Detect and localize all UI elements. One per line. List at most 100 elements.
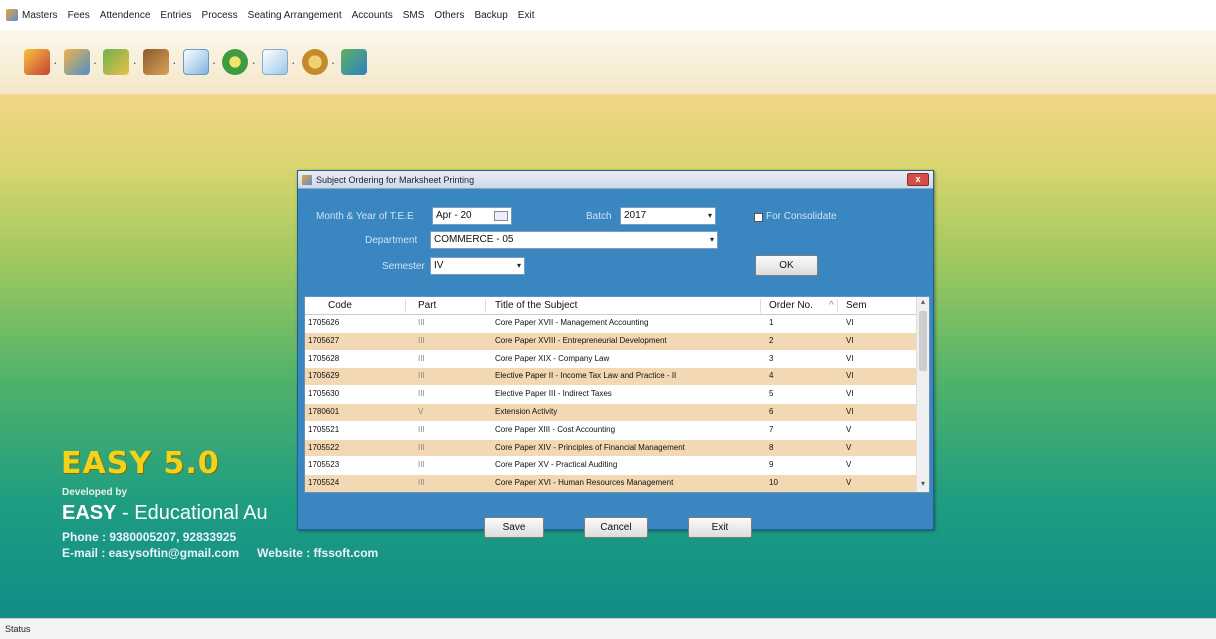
- dialog-body: Month & Year of T.E.E Apr - 20 Batch 201…: [298, 189, 933, 538]
- chevron-down-icon: ▾: [707, 211, 712, 220]
- brand-name-rest: - Educational Au: [116, 502, 268, 524]
- toolbar-group-button[interactable]: ·: [103, 49, 137, 75]
- cell-order: 7: [769, 424, 774, 434]
- col-part[interactable]: Part: [418, 300, 436, 311]
- menu-fees[interactable]: Fees: [68, 10, 90, 21]
- brand-contact: E-mail : easysoftin@gmail.com Website : f…: [62, 546, 378, 560]
- notepad-icon: [262, 49, 289, 75]
- cell-code: 1705524: [308, 478, 340, 488]
- status-bar: Status: [0, 618, 1216, 639]
- toolbar-settings-button[interactable]: ·: [301, 49, 336, 75]
- col-title[interactable]: Title of the Subject: [495, 300, 577, 311]
- cell-code: 1780601: [308, 406, 340, 416]
- menu-entries[interactable]: Entries: [160, 10, 191, 21]
- scroll-thumb[interactable]: [919, 311, 927, 371]
- month-year-picker[interactable]: Apr - 20: [432, 207, 512, 225]
- toolbar-gift-button[interactable]: ·: [24, 49, 58, 75]
- dialog-app-icon: [302, 174, 312, 185]
- semester-value: IV: [434, 260, 444, 271]
- col-code[interactable]: Code: [328, 300, 352, 311]
- month-year-value: Apr - 20: [436, 210, 472, 221]
- brand-title: EASY 5.0: [61, 446, 220, 481]
- cell-part: III: [418, 318, 425, 327]
- menu-process[interactable]: Process: [202, 10, 238, 21]
- cell-sem: V: [846, 424, 852, 434]
- table-row[interactable]: 1705627 III Core Paper XVIII - Entrepreneu…: [305, 332, 917, 351]
- gift-icon: [24, 49, 50, 75]
- table-row[interactable]: 1705522 III Core Paper XIV - Principles of…: [305, 439, 917, 458]
- table-row[interactable]: 1780601 V Extension Activity 6 VI: [305, 403, 917, 422]
- menu-accounts[interactable]: Accounts: [352, 10, 393, 21]
- cell-title: Core Paper XVI - Human Resources Managem…: [495, 478, 674, 488]
- table-row[interactable]: 1705521 III Core Paper XIII - Cost Account…: [305, 421, 917, 440]
- cell-part: III: [418, 442, 425, 452]
- app-icon: [6, 9, 18, 21]
- toolbar-notepad-button[interactable]: ·: [262, 49, 296, 75]
- menu-exit[interactable]: Exit: [518, 10, 535, 21]
- brand-website: Website : ffssoft.com: [257, 546, 379, 560]
- toolbar-books-button[interactable]: ·: [143, 49, 177, 75]
- cell-sem: VI: [846, 318, 854, 327]
- col-order-no[interactable]: Order No.: [769, 300, 813, 311]
- for-consolidate-checkbox[interactable]: [754, 213, 763, 222]
- cell-code: 1705521: [308, 424, 340, 434]
- cell-order: 5: [769, 389, 774, 399]
- table-row[interactable]: 1705523 III Core Paper XV - Practical Audi…: [305, 457, 917, 476]
- menu-sms[interactable]: SMS: [403, 10, 425, 21]
- menu-others[interactable]: Others: [434, 10, 464, 21]
- month-year-label: Month & Year of T.E.E: [316, 211, 414, 222]
- department-select[interactable]: COMMERCE - 05 ▾: [430, 231, 718, 249]
- chevron-down-icon: ▾: [516, 261, 521, 270]
- brand-developed-by: Developed by: [62, 487, 128, 498]
- exit-button[interactable]: Exit: [688, 517, 752, 538]
- table-row[interactable]: 1705629 III Elective Paper II - Income Tax…: [305, 368, 917, 387]
- table-scrollbar[interactable]: ▴ ▾: [916, 297, 929, 492]
- cell-code: 1705629: [308, 371, 340, 381]
- cell-order: 10: [769, 478, 778, 488]
- menu-seating-arrangement[interactable]: Seating Arrangement: [248, 10, 342, 21]
- semester-label: Semester: [382, 261, 425, 272]
- cell-title: Core Paper XIV - Principles of Financial…: [495, 442, 685, 452]
- cell-sem: VI: [846, 406, 854, 416]
- save-button[interactable]: Save: [484, 517, 544, 538]
- table-row[interactable]: 1705626 III Core Paper XVII - Management A…: [305, 315, 917, 333]
- cell-part: V: [418, 406, 424, 416]
- cell-sem: V: [846, 442, 852, 452]
- department-label: Department: [365, 235, 418, 246]
- toolbar-exit-button[interactable]: [341, 49, 368, 75]
- batch-select[interactable]: 2017 ▾: [620, 207, 716, 225]
- calendar-dropdown-icon[interactable]: [494, 211, 508, 221]
- subjects-table: Code Part Title of the Subject Order No.…: [304, 296, 930, 493]
- dropdown-icon: ·: [330, 54, 336, 70]
- cell-code: 1705626: [308, 318, 340, 327]
- cell-title: Core Paper XIX - Company Law: [495, 353, 610, 363]
- toolbar-users-button[interactable]: ·: [63, 49, 98, 75]
- cancel-button[interactable]: Cancel: [584, 517, 648, 538]
- cell-part: III: [418, 389, 425, 399]
- close-button[interactable]: x: [907, 173, 929, 186]
- scroll-down-icon[interactable]: ▾: [917, 479, 929, 492]
- col-sem[interactable]: Sem: [846, 300, 867, 311]
- toolbar: · · · · · · · ·: [0, 30, 1216, 94]
- cell-sem: VI: [846, 371, 854, 381]
- toolbar-calendar-button[interactable]: ·: [182, 49, 216, 75]
- cell-code: 1705522: [308, 442, 340, 452]
- table-row[interactable]: 1705628 III Core Paper XIX - Company Law 3 V…: [305, 350, 917, 369]
- scroll-up-icon[interactable]: ▴: [917, 297, 929, 310]
- brand-phone: Phone : 9380005207, 92833925: [62, 530, 237, 544]
- dropdown-icon: ·: [92, 54, 98, 70]
- table-row[interactable]: 1705524 III Core Paper XVI - Human Resourc…: [305, 475, 917, 492]
- ok-button[interactable]: OK: [755, 255, 818, 276]
- menu-backup[interactable]: Backup: [474, 10, 507, 21]
- calendar-icon: [182, 49, 209, 75]
- dialog-titlebar[interactable]: Subject Ordering for Marksheet Printing …: [298, 171, 933, 189]
- menu-masters[interactable]: Masters: [22, 10, 58, 21]
- cell-part: III: [418, 371, 425, 381]
- semester-select[interactable]: IV ▾: [430, 257, 525, 275]
- group-icon: [103, 49, 130, 75]
- cell-code: 1705630: [308, 389, 340, 399]
- toolbar-clock-button[interactable]: ·: [222, 49, 256, 75]
- cell-order: 4: [769, 371, 774, 381]
- menu-attendence[interactable]: Attendence: [100, 10, 151, 21]
- table-row[interactable]: 1705630 III Elective Paper III - Indirect …: [305, 386, 917, 404]
